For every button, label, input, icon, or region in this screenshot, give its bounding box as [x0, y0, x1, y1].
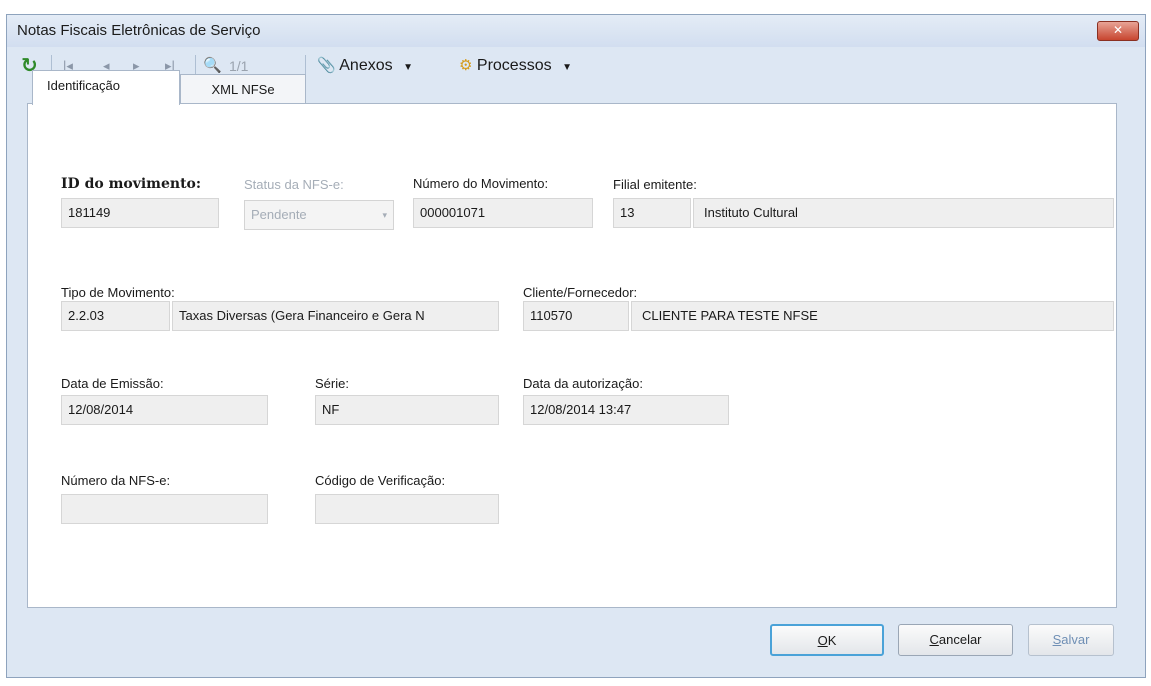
- processes-label: Processos: [476, 57, 552, 74]
- paperclip-icon: 📎: [317, 57, 336, 74]
- filial-name-field[interactable]: Instituto Cultural: [693, 198, 1114, 228]
- chevron-down-icon: ▼: [403, 62, 413, 73]
- cancel-label: ancelar: [938, 632, 982, 647]
- serie-label: Série:: [315, 376, 349, 391]
- numero-nfse-label: Número da NFS-e:: [61, 473, 171, 488]
- chevron-down-icon: ▼: [562, 62, 572, 73]
- codigo-verificacao-field[interactable]: [315, 494, 499, 524]
- window-title: Notas Fiscais Eletrônicas de Serviço: [17, 22, 261, 39]
- serie-field[interactable]: NF: [315, 395, 499, 425]
- codigo-verificacao-label: Código de Verificação:: [315, 473, 446, 488]
- cancel-button[interactable]: Cancelar: [898, 624, 1013, 656]
- data-emissao-label: Data de Emissão:: [61, 376, 164, 391]
- data-autorizacao-label: Data da autorização:: [523, 376, 643, 391]
- cliente-name-field[interactable]: CLIENTE PARA TESTE NFSE: [631, 301, 1114, 331]
- title-bar[interactable]: Notas Fiscais Eletrônicas de Serviço ✕: [7, 15, 1145, 47]
- cliente-fornecedor-label: Cliente/Fornecedor:: [523, 285, 638, 300]
- ok-mnemonic: O: [817, 633, 828, 648]
- data-emissao-field[interactable]: 12/08/2014: [61, 395, 268, 425]
- save-mnemonic: S: [1052, 632, 1062, 647]
- filial-emitente-label: Filial emitente:: [613, 177, 697, 192]
- status-nfse-label: Status da NFS-e:: [244, 177, 344, 192]
- save-button[interactable]: Salvar: [1028, 624, 1114, 656]
- id-movimento-field[interactable]: 181149: [61, 198, 219, 228]
- status-nfse-select[interactable]: Pendente ▾: [244, 200, 394, 230]
- chevron-down-icon: ▾: [382, 210, 387, 220]
- close-button[interactable]: ✕: [1097, 21, 1139, 41]
- tab-xml-nfse[interactable]: XML NFSe: [180, 74, 306, 104]
- status-nfse-value: Pendente: [251, 207, 307, 222]
- filial-code-field[interactable]: 13: [613, 198, 691, 228]
- cliente-code-field[interactable]: 110570: [523, 301, 629, 331]
- ok-button[interactable]: OK: [770, 624, 884, 656]
- numero-movimento-label: Número do Movimento:: [413, 176, 549, 191]
- tipo-movimento-code-field[interactable]: 2.2.03: [61, 301, 170, 331]
- id-movimento-label: ID do movimento:: [61, 176, 202, 192]
- numero-movimento-field[interactable]: 000001071: [413, 198, 593, 228]
- tipo-movimento-label: Tipo de Movimento:: [61, 285, 175, 300]
- cancel-mnemonic: C: [929, 632, 939, 647]
- ok-label: K: [827, 633, 837, 648]
- processes-menu[interactable]: ⚙ Processos ▼: [459, 47, 572, 85]
- gears-icon: ⚙: [459, 57, 473, 74]
- tipo-movimento-name-field[interactable]: Taxas Diversas (Gera Financeiro e Gera N: [172, 301, 499, 331]
- tab-identificacao[interactable]: Identificação: [32, 70, 180, 105]
- save-label: alvar: [1061, 632, 1090, 647]
- data-autorizacao-field[interactable]: 12/08/2014 13:47: [523, 395, 729, 425]
- numero-nfse-field[interactable]: [61, 494, 268, 524]
- attachments-menu[interactable]: 📎 Anexos ▼: [317, 47, 413, 85]
- identification-panel: ID do movimento: 181149 Status da NFS-e:…: [27, 103, 1117, 608]
- attachments-label: Anexos: [339, 57, 393, 74]
